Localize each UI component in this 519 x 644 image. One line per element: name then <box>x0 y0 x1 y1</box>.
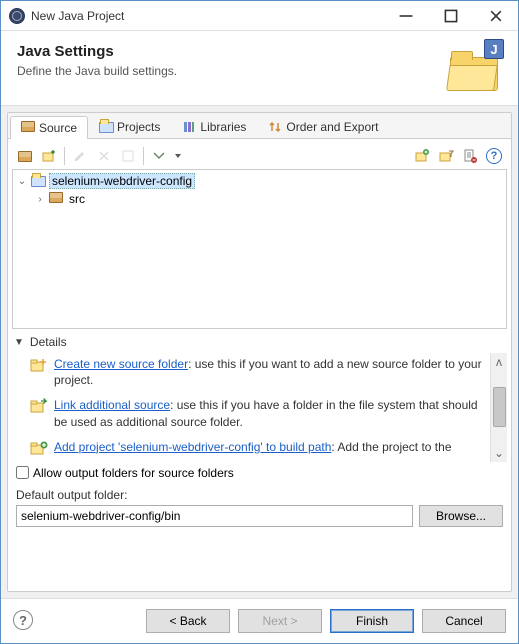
tab-source[interactable]: Source <box>10 116 88 139</box>
collapse-icon[interactable]: ▼ <box>14 337 24 348</box>
scroll-up-icon[interactable]: ʌ <box>496 355 502 369</box>
detail-add-to-buildpath: Add project 'selenium-webdriver-config' … <box>12 436 488 462</box>
page-title: Java Settings <box>17 43 446 60</box>
configure-filters-button[interactable] <box>435 145 457 167</box>
package-folder-icon <box>21 121 35 135</box>
expand-icon[interactable]: › <box>33 194 47 205</box>
tab-libraries[interactable]: Libraries <box>171 115 257 138</box>
add-to-buildpath-button[interactable] <box>411 145 433 167</box>
allow-output-checkbox[interactable] <box>16 466 29 479</box>
tab-body-source: ? ⌄ selenium-webdriver-config › src ▼ De… <box>8 139 511 591</box>
tree-node-label: src <box>67 192 87 206</box>
projects-icon <box>99 120 113 134</box>
libraries-icon <box>182 120 196 134</box>
default-output-label: Default output folder: <box>12 488 507 505</box>
allow-output-row: Allow output folders for source folders <box>12 462 507 488</box>
page-subtitle: Define the Java build settings. <box>17 64 446 78</box>
help-button[interactable]: ? <box>13 610 35 632</box>
edit-button <box>69 145 91 167</box>
details-scrollbar[interactable]: ʌ ⌄ <box>490 353 507 462</box>
collapse-icon[interactable]: ⌄ <box>15 176 29 187</box>
details-label: Details <box>30 335 67 349</box>
link-additional-source-link[interactable]: Link additional source <box>54 398 170 412</box>
scroll-down-icon[interactable]: ⌄ <box>494 446 504 460</box>
source-tree[interactable]: ⌄ selenium-webdriver-config › src <box>12 169 507 329</box>
tab-label: Source <box>39 121 77 135</box>
configure-output-button[interactable] <box>459 145 481 167</box>
tab-bar: Source Projects Libraries Order and Expo… <box>8 113 511 139</box>
open-folder-icon <box>31 174 47 188</box>
detail-create-source-folder: Create new source folder: use this if yo… <box>12 353 488 394</box>
tree-node-label: selenium-webdriver-config <box>49 173 195 189</box>
back-button[interactable]: < Back <box>146 609 230 633</box>
tab-order-export[interactable]: Order and Export <box>257 115 389 138</box>
default-output-field[interactable] <box>16 505 413 527</box>
tab-projects[interactable]: Projects <box>88 115 171 138</box>
help-icon: ? <box>486 148 502 164</box>
add-project-buildpath-link[interactable]: Add project 'selenium-webdriver-config' … <box>54 440 331 454</box>
maximize-button[interactable] <box>428 1 473 30</box>
detail-text: : Add the project to the <box>331 440 451 454</box>
details-header[interactable]: ▼ Details <box>12 329 507 353</box>
tab-label: Projects <box>117 120 160 134</box>
next-button: Next > <box>238 609 322 633</box>
wizard-icon: J <box>446 43 502 91</box>
help-button[interactable]: ? <box>483 145 505 167</box>
content-area: Source Projects Libraries Order and Expo… <box>1 106 518 598</box>
cancel-button[interactable]: Cancel <box>422 609 506 633</box>
allow-output-label: Allow output folders for source folders <box>33 466 234 480</box>
tab-label: Order and Export <box>286 120 378 134</box>
minimize-button[interactable] <box>383 1 428 30</box>
source-toolbar: ? <box>12 143 507 169</box>
toggle-button <box>117 145 139 167</box>
tab-label: Libraries <box>200 120 246 134</box>
title-bar: New Java Project <box>1 1 518 31</box>
new-source-folder-icon <box>30 357 48 373</box>
package-folder-icon <box>49 192 65 206</box>
app-icon <box>9 8 25 24</box>
add-buildpath-icon <box>30 440 48 456</box>
wizard-banner: Java Settings Define the Java build sett… <box>1 31 518 106</box>
link-source-icon <box>30 398 48 414</box>
tree-src-node[interactable]: › src <box>15 190 504 208</box>
create-source-folder-link[interactable]: Create new source folder <box>54 357 188 371</box>
remove-button <box>93 145 115 167</box>
wizard-button-bar: ? < Back Next > Finish Cancel <box>1 598 518 643</box>
expand-all-button[interactable] <box>148 145 170 167</box>
link-source-button[interactable] <box>38 145 60 167</box>
browse-button[interactable]: Browse... <box>419 505 503 527</box>
dropdown-arrow-icon[interactable] <box>172 145 184 167</box>
finish-button[interactable]: Finish <box>330 609 414 633</box>
window-title: New Java Project <box>31 9 383 23</box>
scroll-thumb[interactable] <box>493 387 506 427</box>
add-source-folder-button[interactable] <box>14 145 36 167</box>
detail-link-source: Link additional source: use this if you … <box>12 394 488 435</box>
help-icon: ? <box>13 610 33 630</box>
tree-project-node[interactable]: ⌄ selenium-webdriver-config <box>15 172 504 190</box>
close-button[interactable] <box>473 1 518 30</box>
order-export-icon <box>268 120 282 134</box>
